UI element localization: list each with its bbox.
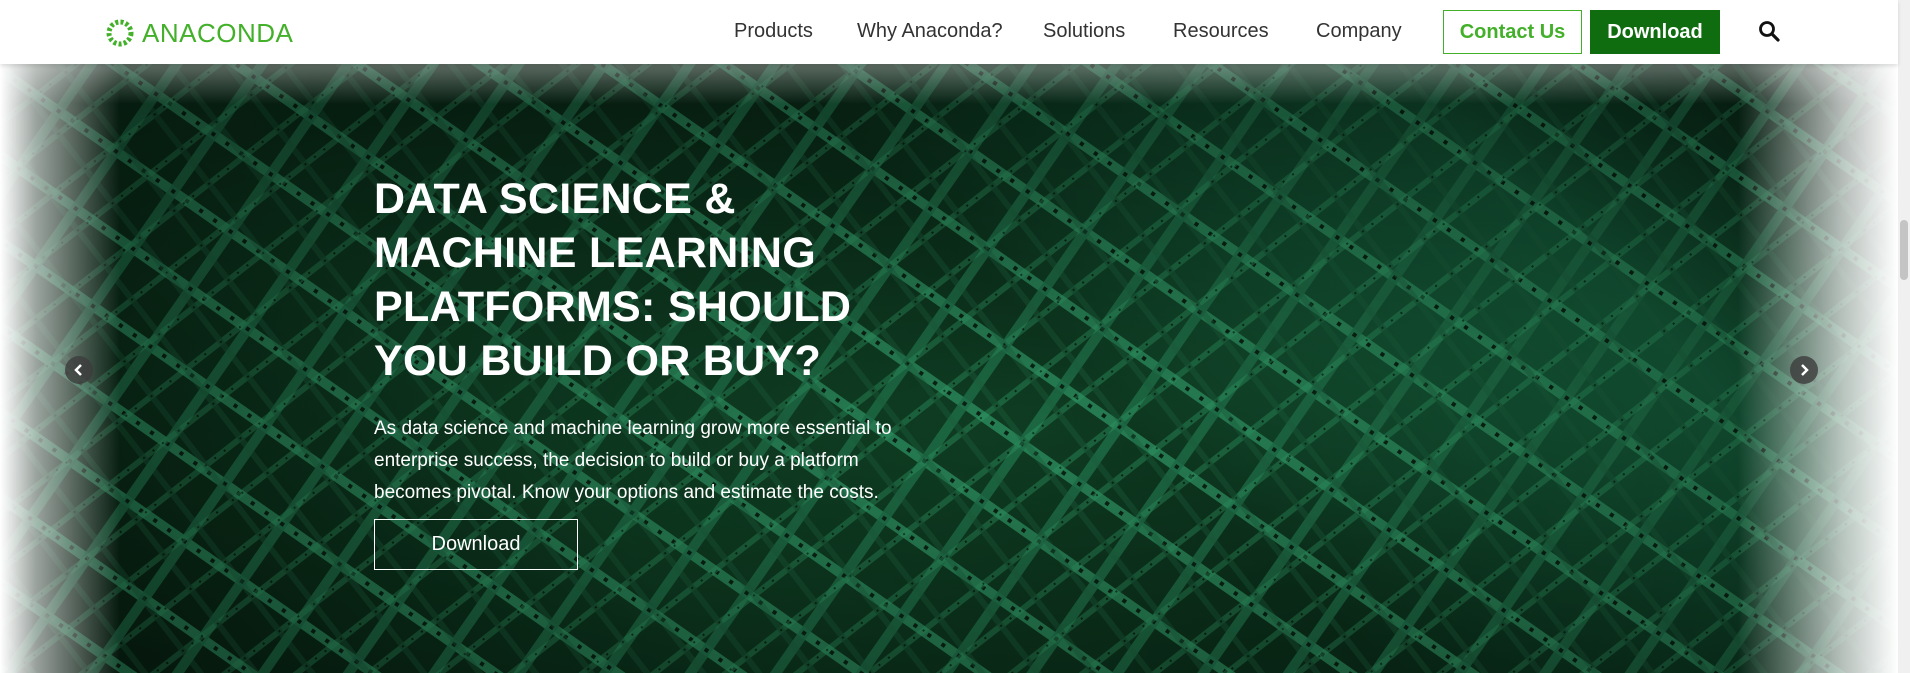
hero-top-fade [0, 64, 1898, 104]
nav-products[interactable]: Products [734, 20, 813, 43]
scrollbar-thumb[interactable] [1900, 220, 1908, 280]
page-scrollbar[interactable] [1898, 0, 1910, 673]
chevron-left-icon [74, 364, 82, 376]
hero-description: As data science and machine learning gro… [374, 418, 892, 503]
anaconda-logo[interactable]: ANACONDA [104, 16, 293, 50]
hero-right-fade [1738, 64, 1898, 673]
chevron-right-icon [1801, 364, 1809, 376]
nav-resources[interactable]: Resources [1173, 20, 1269, 43]
download-button[interactable]: Download [1590, 10, 1720, 54]
carousel-prev-button[interactable] [65, 356, 93, 384]
hero-download-button[interactable]: Download [374, 519, 578, 570]
hero-carousel: DATA SCIENCE & MACHINE LEARNING PLATFORM… [0, 64, 1898, 673]
logo-text: ANACONDA [142, 17, 294, 48]
search-icon[interactable] [1757, 19, 1781, 43]
anaconda-ring-icon [106, 19, 134, 47]
nav-why-anaconda[interactable]: Why Anaconda? [857, 20, 1003, 43]
hero-left-fade [0, 64, 120, 673]
contact-us-button[interactable]: Contact Us [1443, 10, 1582, 54]
hero-title: DATA SCIENCE & MACHINE LEARNING PLATFORM… [374, 175, 852, 385]
site-header: ANACONDA Products Why Anaconda? Solution… [0, 0, 1898, 64]
nav-company[interactable]: Company [1316, 20, 1402, 43]
nav-solutions[interactable]: Solutions [1043, 20, 1125, 43]
carousel-next-button[interactable] [1790, 356, 1818, 384]
hero-background-image [0, 64, 1898, 673]
